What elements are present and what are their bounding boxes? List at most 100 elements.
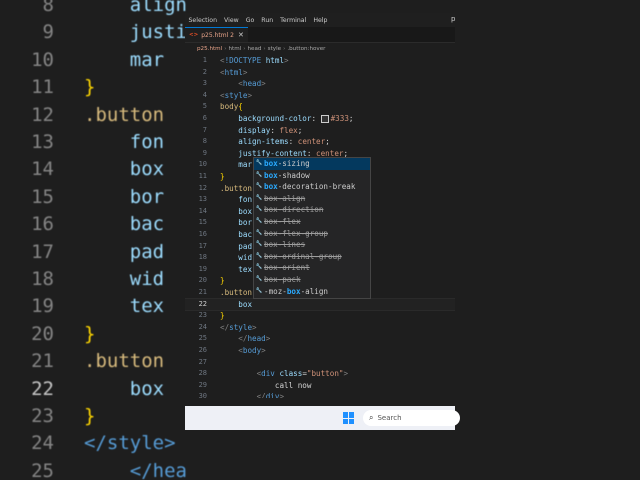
menu-help[interactable]: Help <box>310 17 331 24</box>
suggestion-label: box-direction <box>264 205 324 215</box>
line-number: 13 <box>198 195 207 204</box>
suggestion-item[interactable]: 🔧 box-direction <box>254 204 370 216</box>
menu-go[interactable]: Go <box>242 17 258 24</box>
suggestion-item[interactable]: 🔧 box-flex <box>254 216 370 228</box>
background-line-number: 8 <box>42 0 54 16</box>
chevron-right-icon: › <box>243 46 246 52</box>
breadcrumb: p25.html › html › head › style › .button:hover <box>185 43 455 55</box>
code-text: bor <box>238 218 253 228</box>
code-text: <!DOCTYPE html> <box>220 56 289 65</box>
suggestion-label: box-flex <box>264 216 301 226</box>
menu-selection[interactable]: Selection <box>185 17 221 24</box>
code-line[interactable]: 2 <html> <box>185 67 455 79</box>
code-line[interactable]: 22 box <box>185 297 455 312</box>
code-line[interactable]: 26 <body> <box>185 345 455 357</box>
menu-view[interactable]: View <box>221 17 243 24</box>
line-number: 5 <box>202 102 207 111</box>
background-code-text: fon <box>84 131 165 153</box>
line-number: 28 <box>198 369 207 378</box>
tab-p25-html[interactable]: <> p25.html 2 ✕ <box>185 27 248 42</box>
suggestion-item[interactable]: 🔧 box-ordinal-group <box>254 251 370 263</box>
code-text: box <box>238 299 253 309</box>
windows-start-icon[interactable] <box>343 412 355 424</box>
property-icon: 🔧 <box>255 229 263 236</box>
background-line-number: 23 <box>31 405 54 427</box>
tab-bar: <> p25.html 2 ✕ <box>185 27 455 43</box>
code-text: fon <box>238 195 253 205</box>
background-line-number: 22 <box>31 377 54 400</box>
code-text: <body> <box>238 346 266 355</box>
property-icon: 🔧 <box>255 241 263 248</box>
background-code-text: align <box>84 0 187 16</box>
suggestion-item[interactable]: 🔧 box-lines <box>254 239 370 251</box>
menu-run[interactable]: Run <box>258 17 277 24</box>
line-number: 30 <box>198 392 207 398</box>
code-line[interactable]: 28 <div class="button"> <box>185 368 455 380</box>
background-code-text: </style> <box>84 432 176 455</box>
breadcrumb-item[interactable]: p25.html <box>197 46 222 52</box>
code-line[interactable]: 1 <!DOCTYPE html> <box>185 55 455 67</box>
line-number: 22 <box>198 299 207 308</box>
code-line[interactable]: 8 align-items: center; <box>185 136 455 148</box>
background-code-text: </hea <box>84 459 187 480</box>
suggestion-label: -moz-box-align <box>264 286 329 296</box>
suggestion-label: box-lines <box>264 240 306 250</box>
code-line[interactable]: 6 background-color: #333; <box>185 113 455 125</box>
right-panel-edge: p <box>451 13 640 37</box>
breadcrumb-item[interactable]: style <box>268 46 281 52</box>
code-line[interactable]: 7 display: flex; <box>185 125 455 137</box>
code-line[interactable]: 4 <style> <box>185 90 455 102</box>
line-number: 9 <box>202 148 207 157</box>
code-text: } <box>220 172 225 181</box>
background-line-number: 11 <box>31 76 54 99</box>
line-number: 12 <box>198 183 207 192</box>
line-number: 19 <box>198 264 207 273</box>
suggestion-item[interactable]: 🔧 box-flex-group <box>254 228 370 240</box>
menu-terminal[interactable]: Terminal <box>277 17 310 24</box>
code-text: pad <box>238 241 253 251</box>
background-code-text: } <box>84 405 96 427</box>
code-line[interactable]: 25 </head> <box>185 333 455 345</box>
line-number: 25 <box>198 334 207 343</box>
background-line-number: 9 <box>42 21 54 44</box>
search-icon: ⌕ <box>369 413 374 422</box>
line-number: 24 <box>198 322 207 331</box>
breadcrumb-item[interactable]: html <box>228 46 241 52</box>
code-text: <div class="button"> <box>256 369 349 379</box>
code-line[interactable]: 23} <box>185 310 455 322</box>
suggestion-item[interactable]: 🔧 box-orient <box>254 262 370 274</box>
suggestion-item[interactable]: 🔧 box-shadow <box>254 170 370 182</box>
breadcrumb-item[interactable]: .button:hover <box>287 46 325 52</box>
suggestion-item[interactable]: 🔧 box-pack <box>254 274 370 286</box>
code-line[interactable]: 29 call now <box>185 380 455 392</box>
suggestion-item[interactable]: 🔧 box-decoration-break <box>254 181 370 193</box>
line-number: 4 <box>202 90 207 99</box>
code-text: wid <box>238 253 253 263</box>
background-code-text: bac <box>84 213 165 236</box>
breadcrumb-item[interactable]: head <box>247 46 261 52</box>
code-line[interactable]: 30 </div> <box>185 391 455 398</box>
background-line-number: 17 <box>31 240 54 263</box>
code-line[interactable]: 27 <box>185 357 455 369</box>
suggestion-label: box-sizing <box>264 159 310 168</box>
suggestion-item[interactable]: 🔧 box-sizing <box>254 158 370 170</box>
suggestion-item[interactable]: 🔧 -moz-box-align <box>254 286 370 298</box>
line-number: 3 <box>202 79 207 88</box>
background-code-text: box <box>84 158 165 181</box>
code-text: background-color: #333; <box>238 114 354 123</box>
line-number: 29 <box>198 380 207 389</box>
code-line[interactable]: 5 body{ <box>185 101 455 113</box>
code-line[interactable]: 24 </style> <box>185 322 455 334</box>
background-code-text: .button <box>84 103 165 126</box>
line-number: 18 <box>198 253 207 262</box>
code-line[interactable]: 3 <head> <box>185 78 455 90</box>
line-number: 1 <box>202 56 207 64</box>
background-line-number: 24 <box>31 432 54 455</box>
close-icon[interactable]: ✕ <box>238 31 244 39</box>
search-placeholder: Search <box>377 414 402 422</box>
suggestion-item[interactable]: 🔧 box-align <box>254 193 370 205</box>
taskbar-search[interactable]: ⌕ Search <box>363 410 460 426</box>
background-code-text: justi <box>84 21 187 44</box>
background-code-text: } <box>84 76 96 99</box>
line-number: 20 <box>198 276 207 285</box>
